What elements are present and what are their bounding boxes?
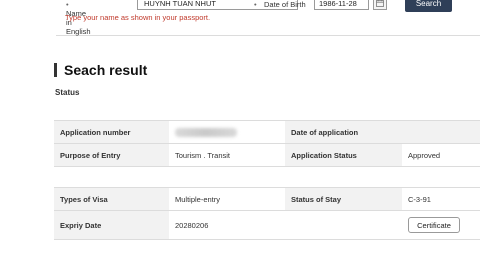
table-row: Expriy Date 20280206 Certificate bbox=[54, 210, 480, 240]
application-table: Application number Date of application P… bbox=[54, 120, 480, 167]
status-of-stay-label: Status of Stay bbox=[285, 187, 402, 211]
application-number-label: Application number bbox=[54, 120, 169, 144]
visa-table: Types of Visa Multiple-entry Status of S… bbox=[54, 187, 480, 240]
certificate-button[interactable]: Certificate bbox=[408, 217, 460, 233]
name-help-text: Type your name as shown in your passport… bbox=[65, 13, 211, 22]
redacted-value bbox=[175, 127, 237, 137]
table-row: Application number Date of application bbox=[54, 120, 480, 144]
calendar-button[interactable] bbox=[373, 0, 387, 10]
date-of-application-label: Date of application bbox=[285, 120, 402, 144]
certificate-cell: Certificate bbox=[402, 210, 480, 240]
date-of-application-value bbox=[402, 120, 480, 144]
table-row: Purpose of Entry Tourism . Transit Appli… bbox=[54, 143, 480, 167]
expiry-date-value: 20280206 bbox=[169, 210, 285, 240]
title-accent-bar bbox=[54, 63, 57, 77]
table-row: Types of Visa Multiple-entry Status of S… bbox=[54, 187, 480, 211]
bullet-icon: • bbox=[66, 0, 69, 9]
page-title: Seach result bbox=[64, 62, 148, 78]
application-status-label: Application Status bbox=[285, 143, 402, 167]
empty-label-cell bbox=[285, 210, 402, 240]
application-status-value: Approved bbox=[402, 143, 480, 167]
search-button[interactable]: Search bbox=[405, 0, 452, 12]
section-title: Seach result bbox=[54, 62, 147, 78]
types-of-visa-label: Types of Visa bbox=[54, 187, 169, 211]
purpose-label: Purpose of Entry bbox=[54, 143, 169, 167]
bullet-icon: • bbox=[254, 0, 257, 9]
calendar-icon bbox=[376, 0, 384, 7]
dob-input[interactable] bbox=[314, 0, 369, 10]
status-of-stay-value: C-3-91 bbox=[402, 187, 480, 211]
application-number-value bbox=[169, 120, 285, 144]
dob-label: Date of Birth bbox=[264, 0, 306, 9]
purpose-value: Tourism . Transit bbox=[169, 143, 285, 167]
types-of-visa-value: Multiple-entry bbox=[169, 187, 285, 211]
search-form: •Name in English •Date of Birth Search T… bbox=[56, 0, 480, 36]
status-label: Status bbox=[55, 88, 80, 97]
expiry-date-label: Expriy Date bbox=[54, 210, 169, 240]
